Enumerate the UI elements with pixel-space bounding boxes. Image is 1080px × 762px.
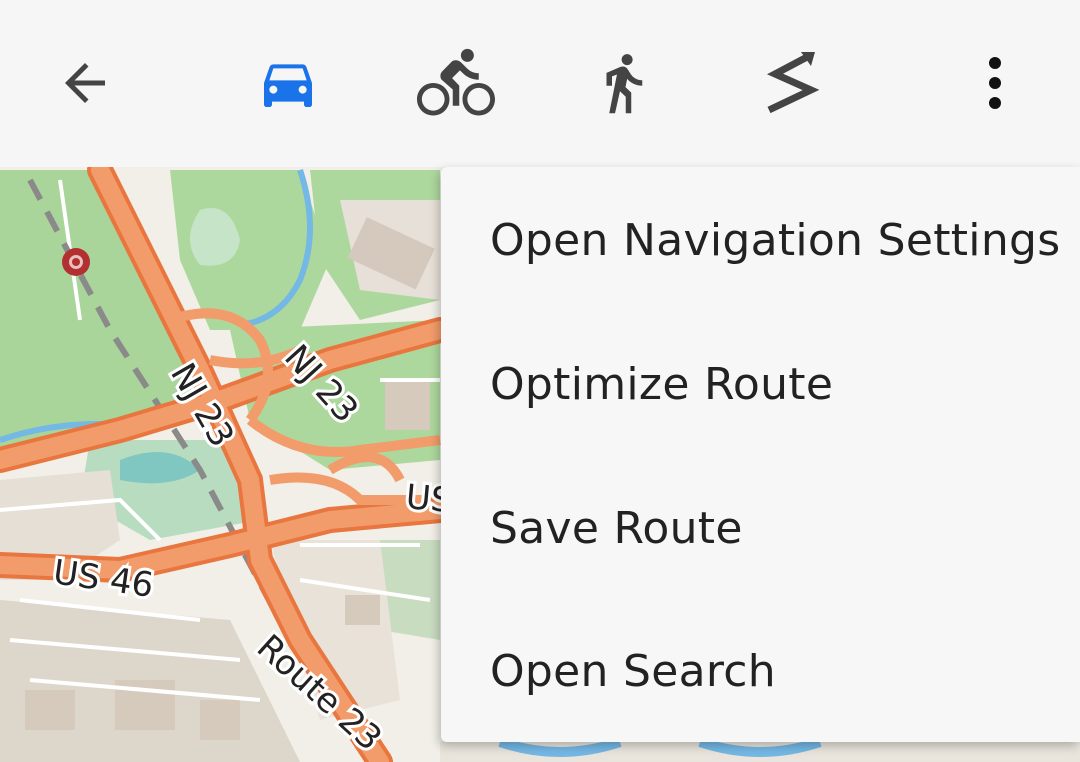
pedestrian-icon <box>606 54 643 114</box>
back-arrow-icon <box>65 63 105 103</box>
bicycle-icon <box>417 48 495 116</box>
straight-line-icon <box>767 52 820 114</box>
back-button[interactable] <box>40 38 130 128</box>
menu-item-label: Optimize Route <box>490 359 834 410</box>
menu-item-open-navigation-settings[interactable]: Open Navigation Settings <box>441 169 1080 312</box>
mode-straight-line-button[interactable] <box>746 38 836 128</box>
menu-item-save-route[interactable]: Save Route <box>441 457 1080 600</box>
overflow-menu: Open Navigation Settings Optimize Route … <box>441 167 1080 742</box>
more-options-button[interactable] <box>950 38 1040 128</box>
menu-item-optimize-route[interactable]: Optimize Route <box>441 313 1080 456</box>
menu-item-open-search[interactable]: Open Search <box>441 600 1080 743</box>
car-icon <box>264 64 312 107</box>
top-toolbar <box>0 0 1080 167</box>
menu-item-label: Open Search <box>490 646 776 697</box>
menu-item-label: Save Route <box>490 503 743 554</box>
more-vert-icon <box>989 57 1001 109</box>
mode-car-button[interactable] <box>243 38 333 128</box>
mode-walk-button[interactable] <box>578 38 668 128</box>
mode-bicycle-button[interactable] <box>411 38 501 128</box>
menu-item-label: Open Navigation Settings <box>490 215 1061 266</box>
